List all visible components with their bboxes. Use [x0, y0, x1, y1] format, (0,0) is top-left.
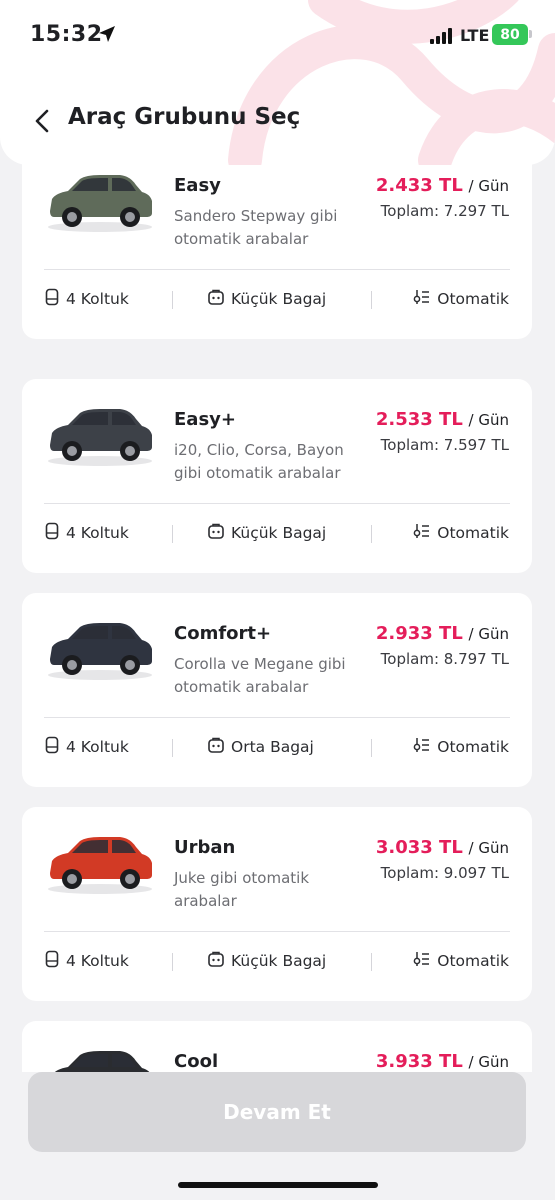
total-price: Toplam: 7.597 TL [380, 436, 509, 454]
transmission-feature: Otomatik [413, 522, 509, 544]
seats-label: 4 Koltuk [66, 952, 129, 970]
vehicle-group-description: Corolla ve Megane gibi otomatik arabalar [174, 655, 346, 696]
card-divider [44, 717, 510, 718]
luggage-label: Küçük Bagaj [231, 952, 327, 970]
feature-separator [371, 291, 372, 309]
seat-icon [44, 736, 60, 758]
feature-separator [371, 953, 372, 971]
battery-icon: 80 [492, 24, 528, 45]
seats-feature: 4 Koltuk [44, 736, 129, 758]
vehicle-card[interactable]: Urban Juke gibi otomatik arabalar 3.033 TL… [22, 807, 532, 1001]
price-amount: 3.033 TL [375, 837, 463, 858]
luggage-label: Küçük Bagaj [231, 524, 327, 542]
vehicle-group-name: Easy+ [174, 409, 236, 430]
card-divider [44, 503, 510, 504]
transmission-label: Otomatik [437, 290, 509, 308]
seats-feature: 4 Koltuk [44, 522, 129, 544]
back-chevron-icon[interactable] [28, 106, 56, 136]
luggage-feature: Küçük Bagaj [207, 522, 326, 544]
luggage-label: Orta Bagaj [231, 738, 314, 756]
seats-feature: 4 Koltuk [44, 950, 129, 972]
car-image [42, 165, 158, 235]
status-time: 15:32 [30, 22, 103, 47]
feature-separator [371, 739, 372, 757]
vehicle-card[interactable]: Comfort+ Corolla ve Megane gibi otomatik … [22, 593, 532, 787]
transmission-label: Otomatik [437, 738, 509, 756]
car-image [42, 613, 158, 683]
card-divider [44, 269, 510, 270]
transmission-feature: Otomatik [413, 288, 509, 310]
bottom-action-bar: Devam Et [0, 1072, 555, 1200]
car-image [42, 827, 158, 897]
gearbox-icon [413, 522, 431, 544]
battery-tip [529, 30, 532, 38]
feature-separator [172, 953, 173, 971]
daily-price: 2.933 TL / Gün [376, 623, 509, 644]
vehicle-group-name: Urban [174, 837, 236, 858]
feature-separator [172, 525, 173, 543]
seats-feature: 4 Koltuk [44, 288, 129, 310]
price-amount: 2.433 TL [375, 175, 463, 196]
location-arrow-icon [97, 24, 117, 48]
per-day-label: / Gün [468, 177, 509, 195]
luggage-icon [207, 522, 225, 544]
luggage-label: Küçük Bagaj [231, 290, 327, 308]
card-divider [44, 931, 510, 932]
vehicle-card[interactable]: Easy Sandero Stepway gibi otomatik arabal… [22, 145, 532, 339]
price-amount: 2.933 TL [375, 623, 463, 644]
luggage-icon [207, 950, 225, 972]
signal-strength-icon [430, 28, 452, 44]
seat-icon [44, 288, 60, 310]
vehicle-group-name: Comfort+ [174, 623, 272, 644]
status-bar: 15:32 LTE 80 [0, 0, 555, 70]
price-amount: 3.933 TL [375, 1051, 463, 1072]
transmission-feature: Otomatik [413, 736, 509, 758]
transmission-label: Otomatik [437, 952, 509, 970]
gearbox-icon [413, 288, 431, 310]
total-price: Toplam: 7.297 TL [380, 202, 509, 220]
page-title: Araç Grubunu Seç [68, 104, 301, 130]
luggage-feature: Küçük Bagaj [207, 950, 326, 972]
vehicle-group-description: Sandero Stepway gibi otomatik arabalar [174, 207, 338, 248]
seat-icon [44, 522, 60, 544]
luggage-icon [207, 736, 225, 758]
network-type: LTE [460, 26, 490, 45]
seat-icon [44, 950, 60, 972]
per-day-label: / Gün [468, 839, 509, 857]
battery-level: 80 [500, 26, 520, 43]
daily-price: 3.033 TL / Gün [376, 837, 509, 858]
luggage-feature: Orta Bagaj [207, 736, 314, 758]
per-day-label: / Gün [468, 411, 509, 429]
transmission-label: Otomatik [437, 524, 509, 542]
transmission-feature: Otomatik [413, 950, 509, 972]
feature-separator [371, 525, 372, 543]
car-image [42, 399, 158, 469]
total-price: Toplam: 8.797 TL [380, 650, 509, 668]
daily-price: 3.933 TL / Gün [376, 1051, 509, 1072]
daily-price: 2.433 TL / Gün [376, 175, 509, 196]
feature-separator [172, 739, 173, 757]
seats-label: 4 Koltuk [66, 524, 129, 542]
seats-label: 4 Koltuk [66, 290, 129, 308]
luggage-icon [207, 288, 225, 310]
vehicle-group-name: Easy [174, 175, 221, 196]
continue-button[interactable]: Devam Et [28, 1072, 526, 1152]
price-amount: 2.533 TL [375, 409, 463, 430]
per-day-label: / Gün [468, 1053, 509, 1071]
seats-label: 4 Koltuk [66, 738, 129, 756]
luggage-feature: Küçük Bagaj [207, 288, 326, 310]
daily-price: 2.533 TL / Gün [376, 409, 509, 430]
home-indicator [178, 1182, 378, 1188]
per-day-label: / Gün [468, 625, 509, 643]
vehicle-card[interactable]: Easy+ i20, Clio, Corsa, Bayon gibi otomat… [22, 379, 532, 573]
vehicle-group-description: i20, Clio, Corsa, Bayon gibi otomatik ar… [174, 441, 344, 482]
vehicle-group-description: Juke gibi otomatik arabalar [174, 869, 309, 910]
vehicle-group-name: Cool [174, 1051, 219, 1072]
gearbox-icon [413, 736, 431, 758]
gearbox-icon [413, 950, 431, 972]
total-price: Toplam: 9.097 TL [380, 864, 509, 882]
feature-separator [172, 291, 173, 309]
